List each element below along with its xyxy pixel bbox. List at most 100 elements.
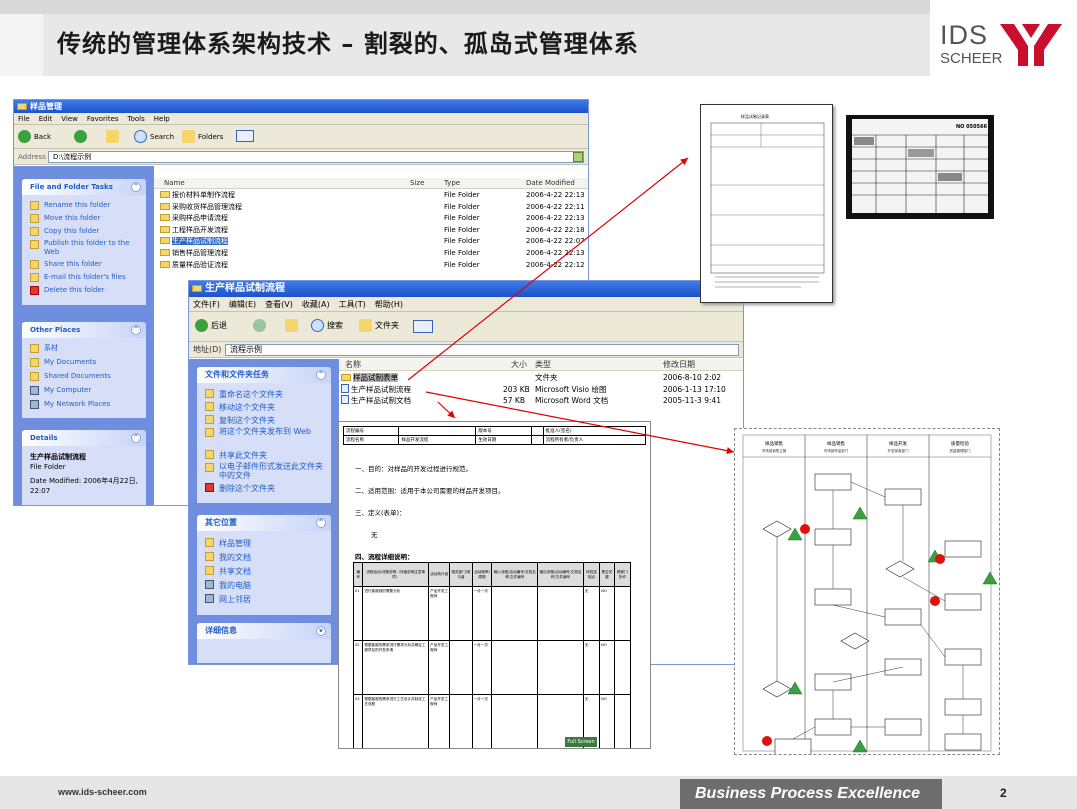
menu-tools[interactable]: Tools — [128, 115, 145, 123]
menu-edit[interactable]: Edit — [39, 115, 53, 123]
menu-favorites[interactable]: Favorites — [87, 115, 119, 123]
column-type[interactable]: 类型 — [535, 359, 551, 371]
toolbar: Back Search Folders — [14, 125, 588, 149]
page-number: 2 — [1000, 786, 1007, 800]
file-row[interactable]: 生产样品试制流程 File Folder 2006-4-22 22:07 — [158, 236, 588, 247]
column-name[interactable]: Name — [164, 178, 185, 189]
table-cell: NO — [599, 586, 615, 641]
panel-header[interactable]: 详细信息 v — [197, 623, 331, 639]
menu-help[interactable]: 帮助(H) — [375, 300, 403, 309]
place-item[interactable]: 共享文档 — [197, 565, 331, 579]
file-row[interactable]: 销售样品管理流程 File Folder 2006-4-22 22:13 — [158, 248, 588, 259]
menu-view[interactable]: View — [61, 115, 78, 123]
menu-edit[interactable]: 编辑(E) — [229, 300, 256, 309]
file-row[interactable]: 采购收货样品管理流程 File Folder 2006-4-22 22:11 — [158, 202, 588, 213]
window-titlebar[interactable]: 生产样品试制流程 — [189, 281, 743, 297]
task-copy[interactable]: 复制这个文件夹 — [197, 414, 331, 427]
place-item[interactable]: My Network Places — [22, 399, 146, 410]
place-item[interactable]: 我的电脑 — [197, 579, 331, 593]
collapse-chevron-icon[interactable]: ^ — [316, 518, 326, 528]
menu-favorites[interactable]: 收藏(A) — [302, 300, 330, 309]
file-row[interactable]: 工程样品开发流程 File Folder 2006-4-22 22:18 — [158, 225, 588, 236]
up-folder-button[interactable] — [285, 319, 301, 333]
back-button[interactable]: 后退 — [195, 319, 227, 333]
doc-header-cell: 生效日期 — [475, 435, 532, 445]
collapse-chevron-icon[interactable]: ^ — [131, 433, 141, 443]
file-row[interactable]: 生产样品试制文档 57 KB Microsoft Word 文档 2005-11-3 … — [341, 395, 743, 406]
forward-button[interactable] — [253, 319, 269, 333]
file-row[interactable]: 质量样品验证流程 File Folder 2006-4-22 22:12 — [158, 260, 588, 271]
task-delete[interactable]: 删除这个文件夹 — [197, 482, 331, 495]
forward-button[interactable] — [74, 130, 90, 144]
views-button[interactable] — [413, 320, 433, 334]
column-type[interactable]: Type — [444, 178, 460, 189]
task-move[interactable]: 移动这个文件夹 — [197, 401, 331, 414]
place-item[interactable]: 网上邻居 — [197, 593, 331, 607]
task-share[interactable]: Share this folder — [22, 259, 146, 270]
menu-tools[interactable]: 工具(T) — [339, 300, 366, 309]
place-item[interactable]: Shared Documents — [22, 371, 146, 382]
file-row[interactable]: 样品试制表单 文件夹 2006-8-10 2:02 — [341, 372, 743, 383]
place-item[interactable]: 我的文档 — [197, 551, 331, 565]
panel-header[interactable]: Details ^ — [22, 430, 146, 446]
up-folder-icon — [106, 130, 119, 143]
footer-url[interactable]: www.ids-scheer.com — [58, 787, 147, 797]
expand-chevron-icon[interactable]: v — [316, 626, 326, 636]
menu-file[interactable]: 文件(F) — [193, 300, 220, 309]
collapse-chevron-icon[interactable]: ^ — [131, 182, 141, 192]
task-email[interactable]: E-mail this folder's files — [22, 272, 146, 283]
task-publish[interactable]: 将这个文件夹发布到 Web — [197, 427, 331, 449]
place-item[interactable]: 样品管理 — [197, 537, 331, 551]
place-item[interactable]: My Computer — [22, 385, 146, 396]
table-header-cell: 编号 — [352, 562, 364, 587]
task-delete[interactable]: Delete this folder — [22, 285, 146, 296]
window-titlebar[interactable]: 样品管理 — [14, 100, 588, 113]
address-input[interactable]: D:\流程示例 — [48, 151, 584, 163]
up-folder-button[interactable] — [106, 130, 122, 144]
file-row[interactable]: 采购样品申请流程 File Folder 2006-4-22 22:13 — [158, 213, 588, 224]
file-row[interactable]: 报价材料单制作流程 File Folder 2006-4-22 22:13 — [158, 190, 588, 201]
task-publish[interactable]: Publish this folder to the Web — [22, 239, 146, 259]
panel-header[interactable]: 文件和文件夹任务 ^ — [197, 367, 331, 383]
task-move[interactable]: Move this folder — [22, 213, 146, 224]
views-button[interactable] — [236, 130, 254, 144]
menu-help[interactable]: Help — [154, 115, 170, 123]
table-cell: 01 — [352, 586, 364, 641]
computer-icon — [205, 580, 214, 589]
place-label: 共享文档 — [219, 567, 251, 576]
back-label: Back — [34, 133, 51, 141]
header-stub — [0, 14, 43, 76]
file-row[interactable]: 生产样品试制流程 203 KB Microsoft Visio 绘图 2006-1-1… — [341, 383, 743, 395]
column-size[interactable]: 大小 — [511, 359, 527, 371]
collapse-chevron-icon[interactable]: ^ — [131, 325, 141, 335]
menu-file[interactable]: File — [18, 115, 30, 123]
panel-header[interactable]: 其它位置 ^ — [197, 515, 331, 531]
collapse-chevron-icon[interactable]: ^ — [316, 370, 326, 380]
task-email[interactable]: 以电子邮件形式发送此文件夹中的文件 — [197, 462, 331, 482]
search-button[interactable]: Search — [134, 130, 174, 144]
full-screen-button[interactable]: Full Screen — [565, 737, 597, 747]
place-item[interactable]: 系材 — [22, 343, 146, 354]
column-name[interactable]: 名称 — [345, 359, 361, 371]
back-button[interactable]: Back — [18, 130, 51, 144]
swimlane-title: 质量检验 — [951, 440, 969, 447]
folders-button[interactable]: Folders — [182, 130, 223, 144]
search-button[interactable]: 搜索 — [311, 319, 343, 333]
address-input[interactable]: 流程示例 — [225, 344, 739, 356]
task-copy[interactable]: Copy this folder — [22, 226, 146, 237]
doc-section: 二、适用范围：适用于本公司需要的样品开发项目。 — [355, 487, 505, 495]
folders-button[interactable]: 文件夹 — [359, 319, 399, 333]
task-rename[interactable]: Rename this folder — [22, 200, 146, 211]
menu-view[interactable]: 查看(V) — [265, 300, 293, 309]
panel-header[interactable]: Other Places ^ — [22, 322, 146, 338]
doc-header-cell — [530, 435, 544, 445]
panel-header[interactable]: File and Folder Tasks ^ — [22, 179, 146, 195]
column-date[interactable]: 修改日期 — [663, 359, 695, 371]
place-item[interactable]: My Documents — [22, 357, 146, 368]
task-rename[interactable]: 重命名这个文件夹 — [197, 388, 331, 401]
address-dropdown-icon[interactable] — [573, 152, 583, 162]
panel-header-label: File and Folder Tasks — [30, 183, 113, 191]
column-date[interactable]: Date Modified — [526, 178, 575, 189]
task-share[interactable]: 共享此文件夹 — [197, 449, 331, 462]
column-size[interactable]: Size — [410, 178, 424, 189]
